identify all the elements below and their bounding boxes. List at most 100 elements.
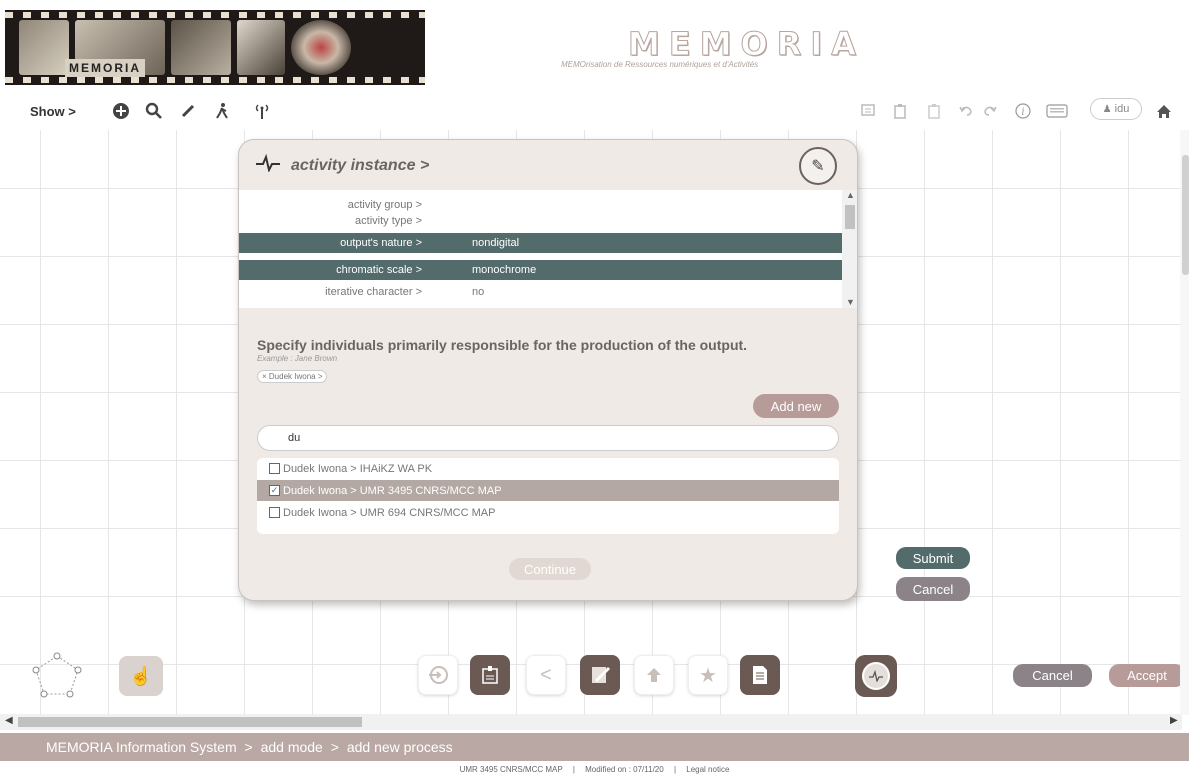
- cancel-button[interactable]: Cancel: [896, 577, 970, 601]
- film-frame: [19, 20, 69, 75]
- document-button[interactable]: [740, 655, 780, 695]
- property-row-selected[interactable]: output's nature > nondigital: [239, 233, 842, 253]
- property-value: nondigital: [472, 237, 520, 249]
- accept-button[interactable]: Accept: [1109, 664, 1185, 687]
- film-frame: [171, 20, 231, 75]
- footer-separator: |: [572, 765, 575, 774]
- filmstrip-banner: MEMORIA: [5, 10, 425, 85]
- horizontal-scrollbar[interactable]: ◀ ▶: [0, 714, 1182, 730]
- property-row-selected[interactable]: chromatic scale > monochrome: [239, 260, 842, 280]
- checkbox[interactable]: [269, 463, 280, 474]
- paste-icon[interactable]: [892, 100, 908, 122]
- comment-icon[interactable]: [860, 100, 876, 122]
- cancel-bottom-button[interactable]: Cancel: [1013, 664, 1092, 687]
- scroll-left-icon[interactable]: ◀: [5, 715, 13, 726]
- breadcrumb-root[interactable]: MEMORIA Information System: [46, 739, 237, 755]
- breadcrumb: MEMORIA Information System > add mode > …: [0, 733, 1189, 761]
- checkbox-checked[interactable]: ✓: [269, 485, 280, 496]
- up-arrow-button[interactable]: [634, 655, 674, 695]
- example-hint: Example : Jane Brown: [257, 354, 338, 363]
- property-value: monochrome: [472, 264, 537, 276]
- film-perforations: [5, 12, 425, 18]
- instruction-text: Specify individuals primarily responsibl…: [257, 337, 748, 353]
- scroll-right-icon[interactable]: ▶: [1170, 715, 1178, 726]
- hiker-icon[interactable]: [214, 100, 232, 122]
- scroll-down-icon[interactable]: ▼: [846, 297, 855, 307]
- redo-icon[interactable]: [982, 100, 998, 122]
- user-name: idu: [1114, 103, 1130, 115]
- edit-pencil-button[interactable]: ✎: [799, 147, 837, 185]
- property-row[interactable]: iterative character > no: [239, 282, 842, 302]
- add-new-button[interactable]: Add new: [753, 394, 839, 418]
- result-label: Dudek Iwona > UMR 694 CNRS/MCC MAP: [283, 506, 496, 519]
- continue-button[interactable]: Continue: [509, 558, 591, 580]
- hand-pointer-button[interactable]: ☝: [119, 656, 163, 696]
- star-icon: ★: [699, 664, 717, 687]
- person-search-input[interactable]: [257, 425, 839, 451]
- home-icon[interactable]: [1156, 100, 1172, 122]
- activity-pulse-icon: [255, 153, 281, 177]
- edit-document-button[interactable]: [580, 655, 620, 695]
- submit-button[interactable]: Submit: [896, 547, 970, 569]
- antenna-icon[interactable]: [252, 100, 272, 122]
- properties-list[interactable]: activity group > activity type > output'…: [239, 190, 844, 308]
- breadcrumb-separator: >: [330, 739, 339, 755]
- properties-scrollbar[interactable]: ▲ ▼: [842, 190, 857, 308]
- footer-lab: UMR 3495 CNRS/MCC MAP: [459, 765, 563, 774]
- legal-notice-link[interactable]: Legal notice: [686, 765, 729, 774]
- show-menu-button[interactable]: Show >: [30, 100, 76, 122]
- property-key: iterative character >: [325, 286, 422, 298]
- undo-icon[interactable]: [958, 100, 974, 122]
- favorite-button[interactable]: ★: [688, 655, 728, 695]
- logo-text: MEMORIA: [65, 59, 145, 77]
- scrollbar-thumb[interactable]: [845, 205, 855, 229]
- pen-icon[interactable]: [180, 100, 196, 122]
- footer-modified: Modified on : 07/11/20: [585, 765, 664, 774]
- pencil-icon: ✎: [811, 158, 825, 175]
- vertical-scrollbar[interactable]: [1180, 130, 1189, 715]
- search-icon[interactable]: [145, 100, 163, 122]
- checkbox[interactable]: [269, 507, 280, 518]
- toolbar: Show > i ♟ idu: [0, 92, 1189, 132]
- activity-clock-button[interactable]: [855, 655, 897, 697]
- result-item[interactable]: Dudek Iwona > IHAiKZ WA PK: [257, 458, 839, 479]
- property-key: output's nature >: [340, 237, 422, 249]
- app-title: MEMORIA: [627, 25, 866, 64]
- result-label: Dudek Iwona > IHAiKZ WA PK: [283, 462, 433, 475]
- dialog-header: activity instance > ✎: [239, 140, 857, 190]
- property-key: activity type >: [355, 215, 422, 227]
- activity-instance-dialog: activity instance > ✎ activity group > a…: [238, 139, 858, 601]
- process-graph-icon[interactable]: [32, 652, 82, 698]
- user-icon: ♟: [1102, 103, 1112, 115]
- scrollbar-thumb[interactable]: [1182, 155, 1189, 275]
- user-button[interactable]: ♟ idu: [1090, 98, 1142, 120]
- result-item[interactable]: Dudek Iwona > UMR 694 CNRS/MCC MAP: [257, 502, 839, 523]
- breadcrumb-current: add new process: [346, 739, 453, 755]
- film-perforations: [5, 77, 425, 83]
- scroll-up-icon[interactable]: ▲: [846, 190, 855, 200]
- property-value: no: [472, 286, 485, 298]
- badge-button[interactable]: [470, 655, 510, 695]
- dialog-title: activity instance >: [291, 157, 430, 174]
- keyboard-icon[interactable]: [1046, 100, 1068, 122]
- document-icon: [753, 666, 767, 684]
- add-icon[interactable]: [112, 100, 130, 122]
- info-icon[interactable]: i: [1014, 100, 1032, 122]
- login-arrow-button[interactable]: [418, 655, 458, 695]
- app-subtitle: MEMOrisation de Ressources numériques et…: [561, 60, 759, 69]
- property-row[interactable]: activity type >: [239, 211, 842, 231]
- paste-disabled-icon[interactable]: [926, 100, 942, 122]
- scrollbar-thumb[interactable]: [18, 717, 362, 727]
- up-arrow-icon: [647, 668, 661, 682]
- app-header: MEMORIA MEMORIA MEMOrisation de Ressourc…: [0, 0, 1189, 90]
- film-frame: [237, 20, 285, 75]
- breadcrumb-separator: >: [244, 739, 253, 755]
- breadcrumb-mode[interactable]: add mode: [261, 739, 323, 755]
- selected-person-tag[interactable]: × Dudek Iwona >: [257, 370, 328, 383]
- footer-separator: |: [673, 765, 677, 774]
- search-results-list: Dudek Iwona > IHAiKZ WA PK ✓ Dudek Iwona…: [257, 458, 839, 534]
- page-footer: UMR 3495 CNRS/MCC MAP | Modified on : 07…: [0, 763, 1189, 777]
- result-item-selected[interactable]: ✓ Dudek Iwona > UMR 3495 CNRS/MCC MAP: [257, 480, 839, 501]
- back-button[interactable]: <: [526, 655, 566, 695]
- back-chevron-icon: <: [540, 663, 552, 686]
